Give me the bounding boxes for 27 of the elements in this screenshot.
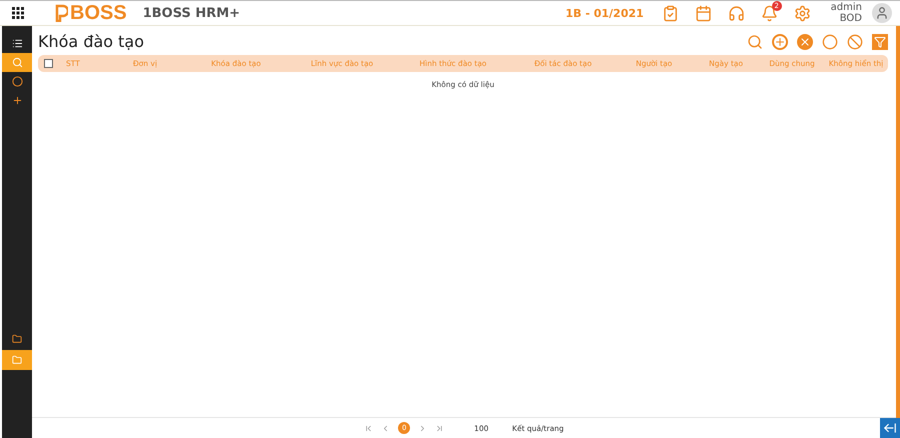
- add-icon[interactable]: [772, 34, 788, 50]
- search-icon[interactable]: [747, 34, 763, 50]
- calendar-icon[interactable]: [694, 4, 712, 22]
- circle-icon: [12, 76, 22, 87]
- first-page-icon[interactable]: [364, 424, 374, 432]
- select-all-checkbox[interactable]: [44, 59, 53, 68]
- record-icon[interactable]: [822, 34, 838, 50]
- headset-icon[interactable]: [728, 4, 745, 22]
- plus-icon: [12, 95, 22, 106]
- last-page-icon[interactable]: [435, 424, 444, 432]
- delete-icon[interactable]: [797, 34, 813, 50]
- user-name: admin: [830, 2, 862, 13]
- period-label[interactable]: 1B - 01/2021: [565, 6, 644, 20]
- user-role: BOD: [840, 13, 862, 24]
- page-title: Khóa đào tạo: [38, 32, 144, 51]
- clipboard-check-icon[interactable]: [662, 4, 679, 22]
- settings-icon[interactable]: [794, 4, 811, 22]
- folder-icon: [12, 334, 22, 344]
- app-name: 1BOSS HRM+: [142, 6, 240, 20]
- search-icon: [12, 57, 22, 68]
- disable-icon[interactable]: [847, 34, 863, 50]
- brand-logo: BOSS: [54, 2, 127, 24]
- filter-icon[interactable]: [872, 34, 888, 50]
- folder-icon: [12, 355, 22, 365]
- exit-button[interactable]: [880, 418, 900, 438]
- apps-grid-icon[interactable]: [12, 7, 24, 19]
- avatar-icon[interactable]: [872, 3, 892, 23]
